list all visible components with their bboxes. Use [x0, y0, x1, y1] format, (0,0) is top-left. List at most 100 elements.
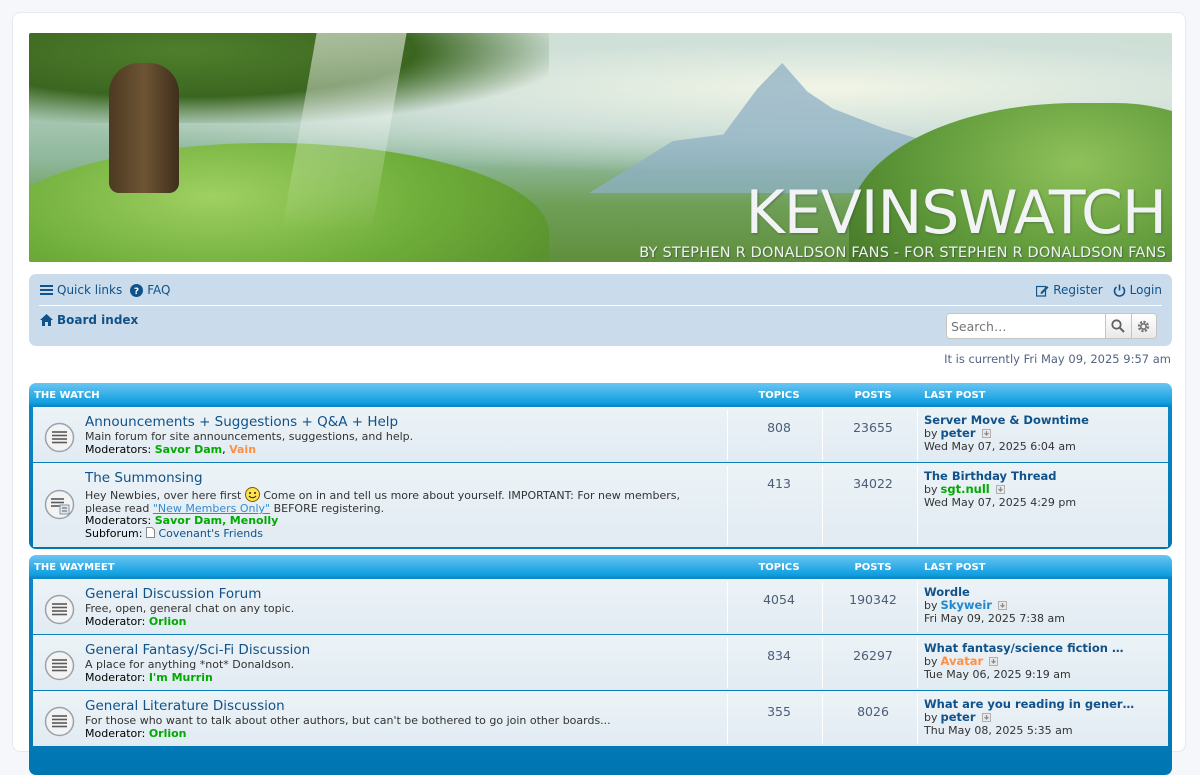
smiley-icon: [244, 487, 260, 502]
col-topics-header: TOPICS: [758, 562, 800, 573]
board-index-label: Board index: [57, 313, 139, 327]
question-circle-icon: ?: [130, 283, 144, 297]
last-post-user[interactable]: Skyweir: [941, 599, 992, 612]
search-icon: [1111, 319, 1125, 333]
last-post-date: Thu May 08, 2025 5:35 am: [924, 724, 1073, 737]
view-latest-post-icon[interactable]: [997, 601, 1007, 610]
posts-count: 34022: [853, 476, 893, 491]
forum-description: Free, open, general chat on any topic.: [85, 602, 295, 615]
page-wrapper: KEVINSWATCH BY STEPHEN R DONALDSON FANS …: [12, 12, 1186, 775]
posts-count: 26297: [853, 648, 893, 663]
forum-row: General Fantasy/Sci-Fi Discussion A plac…: [33, 635, 1168, 690]
col-last-post-header: LAST POST: [924, 390, 986, 401]
forum-row: General Literature Discussion For those …: [33, 691, 1168, 746]
category-header: THE WATCH TOPICS POSTS LAST POST: [33, 383, 1168, 406]
last-post-user[interactable]: peter: [941, 711, 976, 724]
advanced-search-button[interactable]: [1130, 314, 1156, 338]
view-latest-post-icon[interactable]: [995, 485, 1005, 494]
last-post-user[interactable]: sgt.null: [941, 483, 990, 496]
last-post-by: by: [924, 599, 938, 612]
forum-moderators: Moderator: I'm Murrin: [85, 671, 213, 684]
last-post-date: Wed May 07, 2025 4:29 pm: [924, 496, 1077, 509]
forum-title[interactable]: The Summonsing: [85, 470, 203, 486]
posts-count: 190342: [849, 592, 897, 607]
forum-read-icon: [44, 650, 75, 681]
home-icon: [40, 314, 53, 326]
forum-description: A place for anything *not* Donaldson.: [85, 658, 295, 671]
register-label: Register: [1053, 283, 1103, 297]
moderators-label: Moderator:: [85, 727, 146, 740]
forum-description: Hey Newbies, over here first Come on in …: [85, 487, 695, 515]
topics-count: 834: [767, 648, 791, 663]
last-post-date: Wed May 07, 2025 6:04 am: [924, 440, 1076, 453]
moderators-label: Moderators:: [85, 443, 152, 456]
col-posts-header: POSTS: [854, 390, 892, 401]
col-posts-header: POSTS: [854, 562, 892, 573]
moderators-label: Moderator:: [85, 671, 146, 684]
banner-canopy: [29, 33, 549, 123]
last-post-user[interactable]: Avatar: [941, 655, 984, 668]
last-post: Server Move & Downtime by peter Wed May …: [924, 414, 1089, 454]
current-time: It is currently Fri May 09, 2025 9:57 am: [944, 352, 1171, 366]
site-tagline: BY STEPHEN R DONALDSON FANS - FOR STEPHE…: [639, 245, 1166, 261]
last-post-by: by: [924, 655, 938, 668]
forum-title[interactable]: General Discussion Forum: [85, 586, 261, 602]
login-link[interactable]: Login: [1113, 283, 1162, 297]
last-post-by: by: [924, 711, 938, 724]
subforum-link[interactable]: Covenant's Friends: [158, 527, 263, 540]
faq-link[interactable]: ? FAQ: [130, 283, 170, 297]
forum-row: The Summonsing Hey Newbies, over here fi…: [33, 463, 1168, 547]
description-text: BEFORE registering.: [273, 502, 385, 515]
moderator-link[interactable]: Orlion: [149, 727, 187, 740]
forum-title[interactable]: Announcements + Suggestions + Q&A + Help: [85, 414, 398, 430]
power-icon: [1113, 284, 1125, 297]
register-link[interactable]: Register: [1036, 283, 1103, 297]
subforum-page-icon: [145, 527, 155, 538]
view-latest-post-icon[interactable]: [981, 429, 991, 438]
last-post-by: by: [924, 427, 938, 440]
topics-count: 808: [767, 420, 791, 435]
category-header: THE WAYMEET TOPICS POSTS LAST POST: [33, 555, 1168, 578]
forum-title[interactable]: General Fantasy/Sci-Fi Discussion: [85, 642, 310, 658]
forum-description: For those who want to talk about other a…: [85, 714, 611, 727]
last-post-by: by: [924, 483, 938, 496]
forum-moderators: Moderators: Savor Dam, Vain: [85, 443, 257, 456]
last-post: What fantasy/science fiction … by Avatar…: [924, 642, 1123, 682]
last-post-date: Tue May 06, 2025 9:19 am: [924, 668, 1071, 681]
posts-count: 23655: [853, 420, 893, 435]
last-post: Wordle by Skyweir Fri May 09, 2025 7:38 …: [924, 586, 1065, 626]
forum-row: General Discussion Forum Free, open, gen…: [33, 579, 1168, 634]
search-button[interactable]: [1105, 314, 1131, 338]
category-title[interactable]: THE WAYMEET: [34, 562, 115, 573]
breadcrumb-board-index[interactable]: Board index: [40, 313, 138, 327]
quick-links-menu[interactable]: Quick links: [40, 283, 122, 297]
moderator-link[interactable]: Orlion: [149, 615, 187, 628]
topics-count: 4054: [763, 592, 795, 607]
moderator-link[interactable]: Savor Dam: [155, 514, 222, 527]
category-the-waymeet: THE WAYMEET TOPICS POSTS LAST POST Gener…: [29, 555, 1172, 775]
view-latest-post-icon[interactable]: [989, 657, 999, 666]
forum-description: Main forum for site announcements, sugge…: [85, 430, 414, 443]
last-post-user[interactable]: peter: [941, 427, 976, 440]
category-title[interactable]: THE WATCH: [34, 390, 100, 401]
site-banner[interactable]: KEVINSWATCH BY STEPHEN R DONALDSON FANS …: [29, 33, 1172, 262]
forum-moderators: Moderator: Orlion: [85, 615, 187, 628]
moderator-link[interactable]: I'm Murrin: [149, 671, 213, 684]
description-text: Hey Newbies, over here first: [85, 489, 242, 502]
forum-moderators: Moderator: Orlion: [85, 727, 187, 740]
view-latest-post-icon[interactable]: [981, 713, 991, 722]
moderator-link[interactable]: Menolly: [230, 514, 279, 527]
moderator-link[interactable]: Savor Dam: [155, 443, 222, 456]
forum-read-icon: [44, 594, 75, 625]
login-label: Login: [1129, 283, 1162, 297]
navbar-top-row: Quick links ? FAQ Register Login: [40, 283, 1162, 303]
col-last-post-header: LAST POST: [924, 562, 986, 573]
navbar: Quick links ? FAQ Register Login Board i…: [29, 274, 1172, 346]
search-input[interactable]: [947, 314, 1105, 338]
moderator-link[interactable]: Vain: [229, 443, 256, 456]
category-the-watch: THE WATCH TOPICS POSTS LAST POST Announc…: [29, 383, 1172, 549]
forum-read-icon: [44, 422, 75, 453]
gear-icon: [1138, 320, 1150, 332]
forum-subforum-icon: [44, 489, 75, 520]
forum-title[interactable]: General Literature Discussion: [85, 698, 285, 714]
